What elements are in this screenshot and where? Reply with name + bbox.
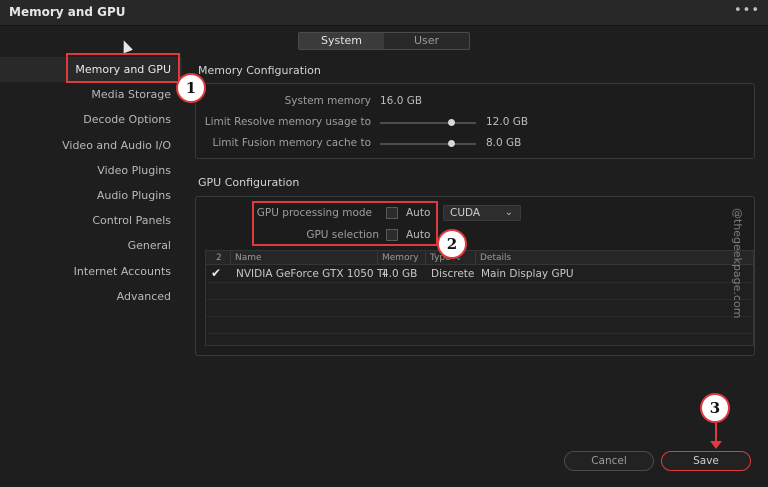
highlight-box-memory-and-gpu	[66, 53, 180, 83]
table-row[interactable]: ✔ NVIDIA GeForce GTX 1050 Ti 4.0 GB Disc…	[206, 266, 753, 283]
gpu-table-header-memory[interactable]: Memory	[377, 252, 419, 264]
gpu-section-title: GPU Configuration	[198, 176, 300, 189]
arrowhead-icon	[710, 441, 722, 449]
window-title: Memory and GPU	[9, 5, 126, 19]
resolve-memory-label: Limit Resolve memory usage to	[204, 116, 371, 128]
save-button[interactable]: Save	[661, 451, 751, 471]
gpu-row-name: NVIDIA GeForce GTX 1050 Ti	[236, 268, 386, 280]
highlight-box-gpu-options	[252, 201, 438, 246]
cancel-button[interactable]: Cancel	[564, 451, 654, 471]
sidebar-item-general[interactable]: General	[0, 233, 182, 258]
gpu-row-memory: 4.0 GB	[382, 268, 418, 280]
system-memory-label: System memory	[284, 95, 371, 107]
table-row	[206, 317, 753, 334]
gpu-row-checkmark-icon[interactable]: ✔	[211, 266, 221, 280]
title-bar: Memory and GPU •••	[0, 0, 768, 26]
scope-tabs: System User	[298, 32, 470, 50]
sidebar-item-video-plugins[interactable]: Video Plugins	[0, 158, 182, 183]
gpu-table-header-details[interactable]: Details	[475, 252, 511, 264]
system-memory-value: 16.0 GB	[380, 95, 423, 107]
sidebar-item-video-audio-io[interactable]: Video and Audio I/O	[0, 133, 182, 158]
fusion-memory-slider-thumb[interactable]	[448, 140, 455, 147]
sidebar-item-media-storage[interactable]: Media Storage	[0, 82, 182, 107]
tab-system[interactable]: System	[299, 33, 384, 49]
resolve-memory-value: 12.0 GB	[486, 116, 529, 128]
mouse-cursor-icon	[119, 38, 133, 54]
gpu-row-type: Discrete	[431, 268, 475, 280]
resolve-memory-slider-thumb[interactable]	[448, 119, 455, 126]
more-options-icon[interactable]: •••	[734, 3, 760, 18]
step-badge-1: 1	[176, 73, 206, 103]
sidebar-item-audio-plugins[interactable]: Audio Plugins	[0, 183, 182, 208]
gpu-row-details: Main Display GPU	[481, 268, 574, 280]
sidebar-item-advanced[interactable]: Advanced	[0, 284, 182, 309]
sidebar-item-control-panels[interactable]: Control Panels	[0, 208, 182, 233]
tab-user[interactable]: User	[384, 33, 469, 49]
gpu-table: 2 Name Memory Type ⌄ Details ✔ NVIDIA GeF…	[205, 250, 754, 346]
sidebar-item-decode-options[interactable]: Decode Options	[0, 107, 182, 132]
resolve-memory-slider[interactable]	[380, 119, 476, 126]
gpu-table-header: 2 Name Memory Type ⌄ Details	[206, 251, 753, 265]
step-badge-3: 3	[700, 393, 730, 423]
table-row	[206, 283, 753, 300]
fusion-memory-value: 8.0 GB	[486, 137, 522, 149]
gpu-table-header-name[interactable]: Name	[230, 252, 262, 264]
table-row	[206, 300, 753, 317]
fusion-memory-label: Limit Fusion memory cache to	[212, 137, 371, 149]
gpu-mode-select[interactable]: CUDA ⌄	[443, 205, 521, 221]
watermark: @thegeekpage.com	[731, 208, 744, 319]
step-badge-2: 2	[437, 229, 467, 259]
gpu-mode-select-value: CUDA	[450, 207, 481, 219]
memory-section-title: Memory Configuration	[198, 64, 321, 77]
chevron-down-icon: ⌄	[504, 207, 513, 218]
gpu-table-header-count[interactable]: 2	[212, 252, 222, 264]
fusion-memory-slider[interactable]	[380, 140, 476, 147]
arrow-down-icon	[715, 423, 717, 443]
sidebar-item-internet-accounts[interactable]: Internet Accounts	[0, 259, 182, 284]
sidebar: Memory and GPU Media Storage Decode Opti…	[0, 57, 182, 309]
